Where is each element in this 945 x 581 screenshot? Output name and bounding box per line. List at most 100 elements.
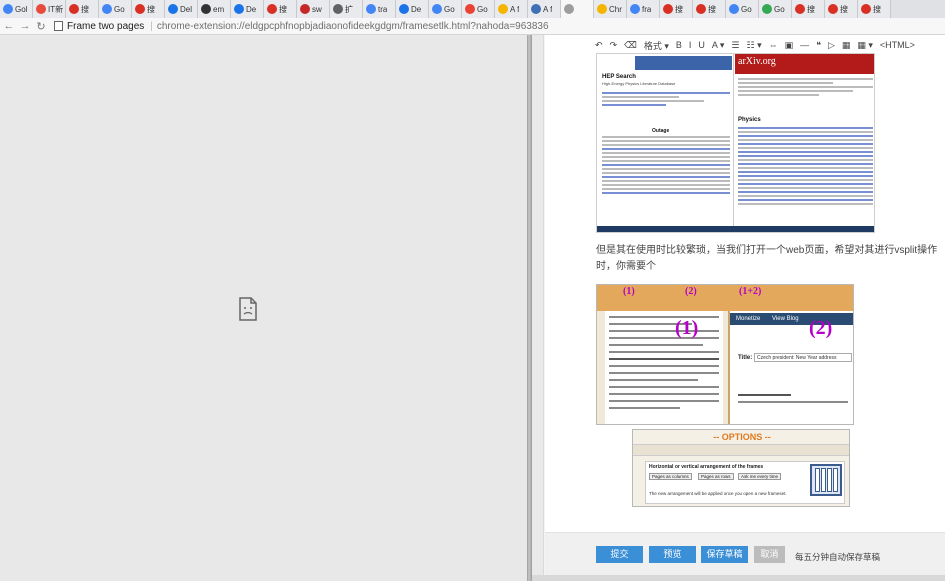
browser-tab[interactable]: IT新	[33, 0, 66, 18]
editor-toolbar-button[interactable]: ⇔	[769, 40, 778, 50]
tab-label: 搜	[840, 4, 848, 14]
annotation-big-1: (1)	[675, 317, 699, 339]
editor-toolbar-button[interactable]: —	[800, 40, 809, 50]
arxiv-physics-heading: Physics	[738, 117, 761, 123]
tab-label: A f	[543, 4, 553, 14]
browser-tab[interactable]: Go	[462, 0, 495, 18]
editor-toolbar-button[interactable]: ▦	[842, 40, 851, 51]
browser-tab[interactable]: A f	[528, 0, 561, 18]
tab-favicon-icon	[432, 4, 442, 14]
hep-outage-heading: Outage	[652, 128, 670, 134]
browser-tab[interactable]: 搜	[825, 0, 858, 18]
editor-toolbar-button[interactable]: ▷	[828, 40, 835, 51]
blogger-tabs: Monetize View Blog	[730, 313, 853, 325]
hep-subtitle: High-Energy Physics Literature Database	[602, 81, 676, 86]
editor-toolbar-button[interactable]: ↷	[610, 40, 618, 51]
tab-strip: Gol IT新 搜 Go 搜 Del em De 搜 sw 扩 tra De Go Go A f A f Chr f…	[0, 0, 945, 18]
browser-tab[interactable]: tra	[363, 0, 396, 18]
reload-icon[interactable]: ↻	[34, 19, 48, 33]
options-note: The new arrangement will be applied once…	[649, 491, 787, 496]
annotation-2: (2)	[685, 286, 697, 297]
browser-tab[interactable]: 扩	[330, 0, 363, 18]
annotation-big-2: (2)	[809, 317, 833, 339]
editor-toolbar-button[interactable]: ▦ ▾	[857, 40, 873, 51]
browser-tab[interactable]: Go	[726, 0, 759, 18]
options-heading: Horizontal or vertical arrangement of th…	[649, 464, 764, 470]
columns-frame-icon	[810, 464, 842, 496]
forward-icon[interactable]: →	[18, 19, 32, 33]
address-bar[interactable]: Frame two pages | chrome-extension://eld…	[54, 19, 945, 33]
tab-label: 搜	[807, 4, 815, 14]
tab-label: tra	[378, 4, 388, 14]
blogger-tab-view-blog: View Blog	[772, 316, 799, 322]
horizontal-scrollbar[interactable]	[532, 575, 945, 581]
back-icon[interactable]: ←	[2, 19, 16, 33]
url-separator: |	[150, 20, 153, 32]
browser-tab[interactable]: em	[198, 0, 231, 18]
save-draft-button[interactable]: 保存草稿	[701, 546, 748, 563]
editor-toolbar-button[interactable]: ⌫	[624, 40, 637, 51]
browser-tab[interactable]: 搜	[132, 0, 165, 18]
tab-label: 扩	[345, 4, 353, 14]
tab-label: IT新	[48, 4, 64, 14]
editor-toolbar-button[interactable]: ☷ ▾	[747, 40, 762, 51]
editor-content[interactable]: ↶ ↷ ⌫ 格式 ▾ B I U A ▾ ☰ ☷ ▾ ⇔ ▣ — ❝ ▷ ▦ ▦ ▾ <HTML> HEP Sea…	[545, 35, 945, 532]
editor-toolbar-button[interactable]: ❝	[816, 40, 821, 51]
czech-article-text	[605, 311, 723, 424]
browser-tab[interactable]: fra	[627, 0, 660, 18]
browser-tab[interactable]: 搜	[66, 0, 99, 18]
browser-tab[interactable]: De	[396, 0, 429, 18]
embedded-screenshot-split-view: (1) (2) (1+2) (1) Monetize View Blog Tit…	[596, 284, 854, 425]
right-frame: ↶ ↷ ⌫ 格式 ▾ B I U A ▾ ☰ ☷ ▾ ⇔ ▣ — ❝ ▷ ▦ ▦ ▾ <HTML> HEP Sea…	[532, 35, 945, 581]
tab-favicon-icon	[663, 4, 673, 14]
tab-favicon-icon	[498, 4, 508, 14]
cancel-button[interactable]: 取消	[754, 546, 785, 563]
arxiv-logo: arXiv.org	[738, 56, 776, 67]
browser-tab[interactable]: sw	[297, 0, 330, 18]
browser-tab[interactable]: Gol	[0, 0, 33, 18]
tab-label: Go	[774, 4, 785, 14]
editor-toolbar-button[interactable]: ☰	[731, 40, 739, 51]
editor-toolbar: ↶ ↷ ⌫ 格式 ▾ B I U A ▾ ☰ ☷ ▾ ⇔ ▣ — ❝ ▷ ▦ ▦ ▾ <HTML>	[595, 38, 922, 52]
browser-tab[interactable]: Go	[759, 0, 792, 18]
browser-tab[interactable]: Del	[165, 0, 198, 18]
tab-favicon-icon	[828, 4, 838, 14]
browser-tab[interactable]: 搜	[693, 0, 726, 18]
browser-tab[interactable]: Chr	[594, 0, 627, 18]
tab-favicon-icon	[333, 4, 343, 14]
browser-tab[interactable]: 搜	[858, 0, 891, 18]
preview-button[interactable]: 预览	[649, 546, 696, 563]
tab-favicon-icon	[267, 4, 277, 14]
embedded-screenshot-options: -- OPTIONS -- Horizontal or vertical arr…	[632, 429, 850, 507]
tab-label: De	[411, 4, 422, 14]
browser-tab[interactable]	[561, 0, 594, 18]
browser-tab[interactable]: 搜	[660, 0, 693, 18]
browser-tab[interactable]: 搜	[264, 0, 297, 18]
editor-toolbar-button[interactable]: U	[698, 40, 705, 50]
submit-button[interactable]: 提交	[596, 546, 643, 563]
editor-toolbar-button[interactable]: B	[676, 40, 682, 50]
tab-favicon-icon	[597, 4, 607, 14]
blog-title-label: Title:	[738, 355, 753, 361]
broken-page-icon	[239, 297, 257, 321]
editor-toolbar-button[interactable]: I	[689, 40, 692, 50]
blogger-tab-monetize: Monetize	[736, 316, 761, 322]
pages-as-columns-button: Pages as columns	[649, 473, 692, 480]
browser-tab[interactable]: Go	[429, 0, 462, 18]
tab-label: 搜	[279, 4, 287, 14]
browser-tab[interactable]: Go	[99, 0, 132, 18]
editor-toolbar-button[interactable]: <HTML>	[880, 40, 915, 50]
left-scroll-strip	[532, 35, 544, 581]
browser-tab[interactable]: De	[231, 0, 264, 18]
browser-tab[interactable]: A f	[495, 0, 528, 18]
editor-toolbar-button[interactable]: ▣	[785, 40, 794, 51]
arxiv-intro-text	[738, 78, 873, 98]
editor-toolbar-button[interactable]: ↶	[595, 40, 603, 51]
pages-as-rows-button: Pages as rows	[698, 473, 734, 480]
browser-tab[interactable]: 搜	[792, 0, 825, 18]
editor-toolbar-button[interactable]: 格式 ▾	[644, 39, 669, 52]
tab-favicon-icon	[300, 4, 310, 14]
url-text[interactable]: chrome-extension://eldgpcphfnopbjadiaono…	[157, 21, 549, 32]
editor-toolbar-button[interactable]: A ▾	[712, 40, 725, 51]
tab-label: Del	[180, 4, 193, 14]
